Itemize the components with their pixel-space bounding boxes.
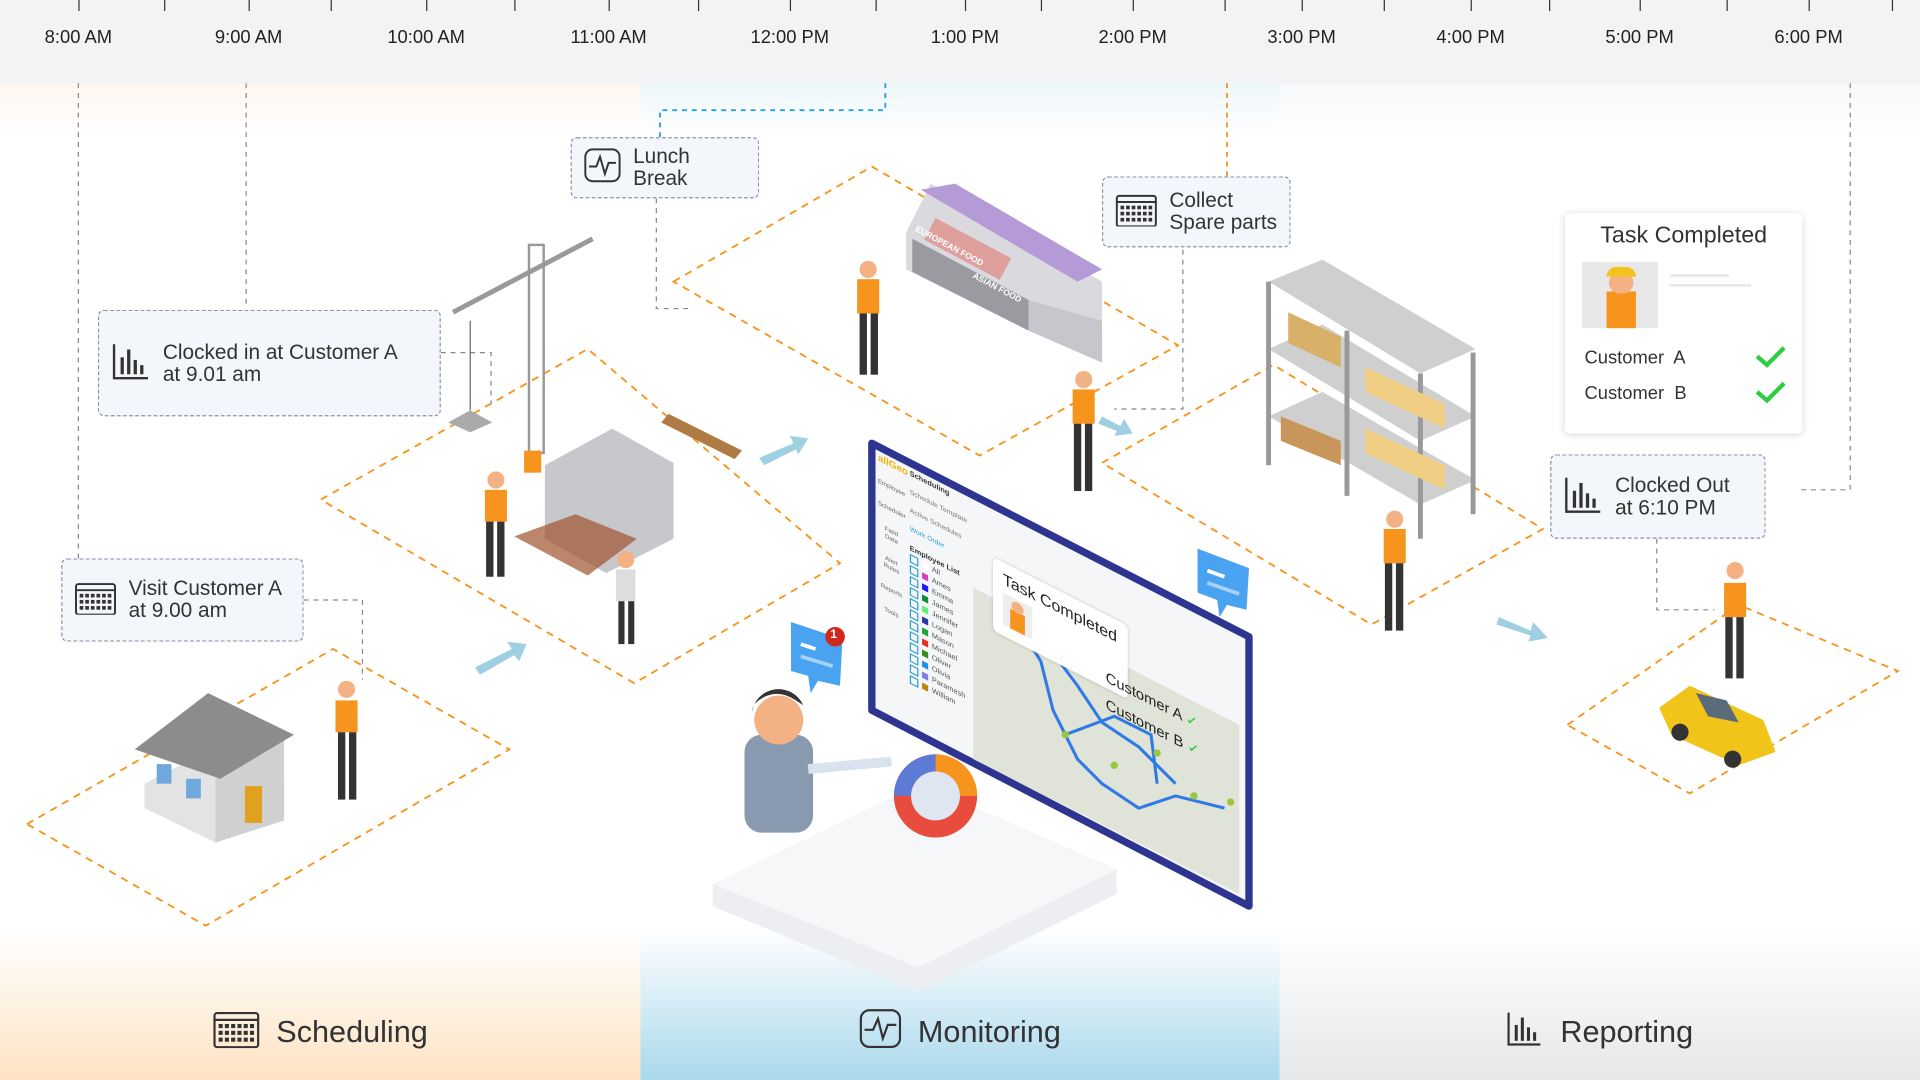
- visit-customer-callout: Visit Customer Aat 9.00 am: [61, 558, 304, 642]
- color-swatch: [922, 649, 929, 659]
- check-icon: ✓: [1187, 736, 1200, 761]
- callout-text: Clocked Out at 6:10 PM: [1615, 473, 1730, 519]
- customer-row: Customer A: [1585, 340, 1788, 376]
- infographic: 8:00 AM 9:00 AM 10:00 AM 11:00 AM 12:00 PM 1:…: [0, 0, 1920, 1080]
- worker-avatar: [1582, 262, 1658, 329]
- pulse-icon: [859, 1009, 901, 1057]
- customer-name: Customer B: [1584, 383, 1687, 405]
- callout-text: Clocked in at Customer Aat 9.01 am: [162, 339, 398, 386]
- color-swatch: [922, 671, 929, 681]
- car-illustration: [1659, 685, 1776, 768]
- callout-text: Lunch Break: [633, 144, 690, 190]
- card-title: Task Completed: [1600, 222, 1768, 249]
- section-label: Scheduling: [276, 1015, 428, 1050]
- check-icon: [1753, 379, 1787, 408]
- bar-chart-icon: [111, 341, 150, 385]
- callout-text: Visit Customer Aat 9.00 am: [128, 576, 283, 623]
- lunch-break-callout: Lunch Break: [570, 137, 760, 199]
- spare-parts-callout: Collect Spare parts: [1102, 176, 1291, 248]
- task-completed-card: Task Completed Customer A Customer B: [1564, 213, 1803, 434]
- food-stall-illustration: [906, 183, 1103, 363]
- chat-bubble-icon: [1197, 548, 1249, 618]
- color-swatch: [922, 616, 929, 626]
- section-reporting[interactable]: Reporting: [1280, 986, 1920, 1080]
- calendar-icon: [75, 580, 117, 620]
- section-monitoring[interactable]: Monitoring: [640, 986, 1279, 1080]
- house-illustration: [134, 693, 294, 843]
- monitor-nav-item[interactable]: Reports: [878, 580, 905, 601]
- monitor-nav-item[interactable]: Scheduler: [878, 500, 906, 521]
- notification-count: 1: [830, 628, 838, 642]
- pulse-icon: [584, 148, 621, 187]
- check-icon: ✓: [1185, 709, 1199, 733]
- section-label: Reporting: [1560, 1015, 1694, 1050]
- color-swatch: [922, 627, 929, 637]
- bar-chart-icon: [1506, 1010, 1543, 1055]
- color-swatch: [922, 605, 929, 615]
- color-swatch: [922, 594, 929, 604]
- color-swatch: [922, 638, 929, 648]
- monitor-nav-item[interactable]: Field Data: [878, 522, 905, 550]
- section-label: Monitoring: [917, 1015, 1061, 1050]
- callout-text: Collect Spare parts: [1169, 188, 1278, 234]
- checkbox[interactable]: [909, 675, 919, 688]
- calendar-icon: [212, 1009, 260, 1057]
- color-swatch: [922, 561, 929, 571]
- color-swatch: [922, 572, 929, 582]
- color-swatch: [922, 682, 929, 692]
- bar-chart-icon: [1564, 474, 1603, 518]
- monitor-nav-item[interactable]: Tools: [878, 602, 905, 623]
- customer-row: Customer B: [1585, 376, 1788, 412]
- clocked-in-callout: Clocked in at Customer Aat 9.01 am: [97, 309, 441, 417]
- color-swatch: [922, 583, 929, 593]
- check-icon: [1753, 343, 1787, 372]
- color-swatch: [922, 660, 929, 670]
- shelving-illustration: [1266, 259, 1476, 539]
- monitor-nav-item[interactable]: Employee: [878, 478, 905, 499]
- section-scheduling[interactable]: Scheduling: [0, 986, 640, 1080]
- monitor-nav-item[interactable]: Alert Rules: [878, 551, 905, 579]
- clocked-out-callout: Clocked Out at 6:10 PM: [1550, 454, 1766, 539]
- customer-name: Customer A: [1584, 347, 1686, 369]
- calendar-icon: [1115, 192, 1158, 232]
